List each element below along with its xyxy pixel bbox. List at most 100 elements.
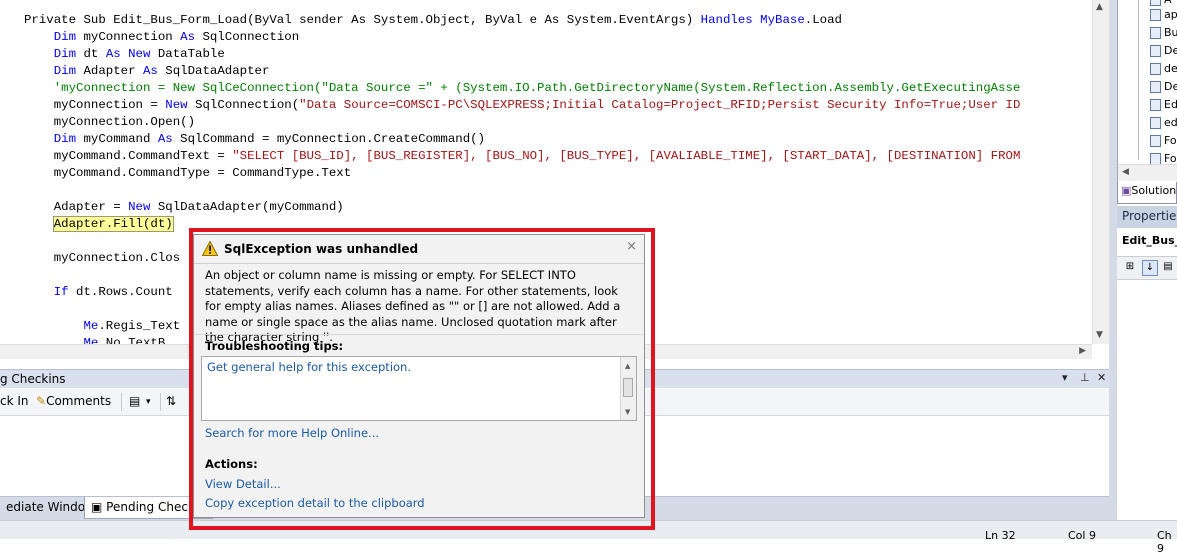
scroll-right-arrow-icon[interactable]: ▶: [1079, 346, 1086, 356]
view-options-icon[interactable]: ▤: [129, 394, 140, 408]
toolbar-separator: [160, 393, 161, 411]
solution-tree-item[interactable]: ed: [1150, 116, 1177, 132]
code-token: 'myConnection = New SqlCeConnection("Dat…: [24, 81, 1021, 95]
code-token: MyBase: [760, 13, 805, 27]
code-line: myCommand.CommandType = CommandType.Text: [24, 166, 351, 180]
code-line: Me.Regis_Text: [24, 319, 181, 333]
code-line: Dim myCommand As SqlCommand = myConnecti…: [24, 132, 485, 146]
property-pages-icon[interactable]: ▤: [1161, 260, 1175, 274]
code-token: DataTable: [150, 47, 225, 61]
code-token: Me: [83, 336, 99, 344]
pending-checkins-title: g Checkins: [0, 372, 66, 386]
scroll-left-arrow-icon[interactable]: ◀: [1122, 167, 1129, 177]
code-token: If: [53, 285, 69, 299]
code-line: myCommand.CommandText = "SELECT [BUS_ID]…: [24, 149, 1021, 163]
chevron-down-icon[interactable]: ▾: [146, 397, 151, 407]
code-token: SqlDataAdapter(myCommand): [150, 200, 344, 214]
code-line: 'myConnection = New SqlCeConnection("Dat…: [24, 81, 1021, 95]
file-icon: [1150, 99, 1161, 111]
window-position-dropdown-icon[interactable]: ▾: [1062, 371, 1068, 384]
status-char: Ch 9: [1157, 529, 1172, 555]
file-icon: [1150, 63, 1161, 75]
scroll-up-arrow-icon[interactable]: ▲: [1096, 2, 1103, 12]
status-line: Ln 32: [985, 529, 1016, 542]
code-token: .No_TextB: [98, 336, 166, 344]
code-token: Adapter: [76, 64, 143, 78]
code-token: Dim: [53, 132, 77, 146]
categorized-icon[interactable]: ⊞: [1123, 260, 1137, 274]
code-line: myConnection.Clos: [24, 251, 180, 265]
code-line: Private Sub Edit_Bus_Form_Load(ByVal sen…: [24, 13, 842, 27]
properties-toolbar: ⊞ ↓ ▤: [1117, 256, 1177, 280]
comments-button[interactable]: ✎Comments: [36, 394, 111, 408]
code-token: myConnection =: [24, 98, 166, 112]
code-token: .Load: [804, 13, 842, 27]
sort-icon[interactable]: ⇅: [166, 394, 176, 408]
code-token: "SELECT [BUS_ID], [BUS_REGISTER], [BUS_N…: [232, 149, 1021, 163]
code-token: New: [128, 47, 151, 61]
code-token: Dim: [53, 64, 77, 78]
solution-tree-item[interactable]: De: [1150, 80, 1177, 96]
code-line: Dim Adapter As SqlDataAdapter: [24, 64, 270, 78]
code-token: myConnection.Clos: [24, 251, 181, 265]
code-token: Private Sub Edit_Bus_Form_Load(ByVal sen…: [24, 13, 701, 27]
file-icon: [1150, 0, 1161, 6]
code-token: As: [157, 132, 173, 146]
solution-tree-item[interactable]: Bu: [1150, 26, 1177, 42]
warning-icon: [202, 241, 218, 256]
scroll-down-arrow-icon[interactable]: ▼: [1096, 330, 1103, 340]
code-token: As: [105, 47, 121, 61]
status-column: Col 9: [1068, 529, 1096, 542]
solution-tree-item[interactable]: De: [1150, 44, 1177, 60]
check-in-button[interactable]: ck In: [0, 394, 29, 408]
tab-solution-explorer[interactable]: ▣Solution: [1117, 182, 1177, 204]
code-token: SqlConnection(: [187, 98, 300, 112]
file-icon: [1150, 45, 1161, 57]
code-token: myConnection: [76, 30, 181, 44]
checkin-icon: ▣: [91, 500, 103, 514]
solution-tree-item[interactable]: Ed: [1150, 98, 1177, 114]
code-line: myConnection = New SqlConnection("Data S…: [24, 98, 1021, 112]
solution-tree-item[interactable]: ap: [1150, 8, 1177, 24]
code-token: SqlConnection: [195, 30, 300, 44]
code-token: Handles: [700, 13, 753, 27]
scroll-up-arrow-icon[interactable]: ▲: [625, 362, 630, 370]
close-icon[interactable]: ×: [626, 239, 637, 254]
solution-horizontal-scrollbar[interactable]: ◀: [1118, 164, 1177, 181]
code-token: myCommand.CommandType = CommandType.Text: [24, 166, 352, 180]
file-icon: [1150, 27, 1161, 39]
pin-icon[interactable]: ⊥: [1080, 371, 1090, 384]
code-line: Me.No_TextB: [24, 336, 166, 344]
panel-splitter[interactable]: [1109, 0, 1117, 538]
exception-title: SqlException was unhandled: [224, 242, 419, 256]
code-token: SqlCommand = myConnection.CreateCommand(…: [172, 132, 486, 146]
troubleshooting-tips-list: Get general help for this exception. ▲ ▼: [201, 356, 637, 421]
scroll-down-arrow-icon[interactable]: ▼: [625, 408, 630, 416]
code-token: SqlDataAdapter: [157, 64, 270, 78]
code-token: .Regis_Text: [98, 319, 181, 333]
solution-tree-item[interactable]: de: [1150, 62, 1177, 78]
editor-vertical-scrollbar[interactable]: ▲ ▼: [1092, 0, 1109, 344]
code-token: Me: [83, 319, 99, 333]
scrollbar-thumb[interactable]: [623, 378, 633, 397]
view-detail-link[interactable]: View Detail...: [205, 477, 281, 491]
search-help-online-link[interactable]: Search for more Help Online...: [205, 426, 379, 440]
general-help-link[interactable]: Get general help for this exception.: [207, 360, 411, 374]
file-icon: [1150, 81, 1161, 93]
solution-tree-item[interactable]: Fo: [1150, 134, 1177, 150]
toolbar-separator: [121, 393, 122, 411]
code-token: Dim: [53, 30, 77, 44]
alphabetical-sort-icon[interactable]: ↓: [1142, 260, 1158, 276]
exception-titlebar: SqlException was unhandled ×: [194, 235, 644, 264]
tips-scrollbar[interactable]: ▲ ▼: [620, 357, 636, 420]
code-token: dt.Rows.Count: [68, 285, 173, 299]
copy-exception-detail-link[interactable]: Copy exception detail to the clipboard: [205, 496, 425, 510]
troubleshooting-heading: Troubleshooting tips:: [205, 339, 344, 353]
close-icon[interactable]: ✕: [1097, 371, 1106, 384]
